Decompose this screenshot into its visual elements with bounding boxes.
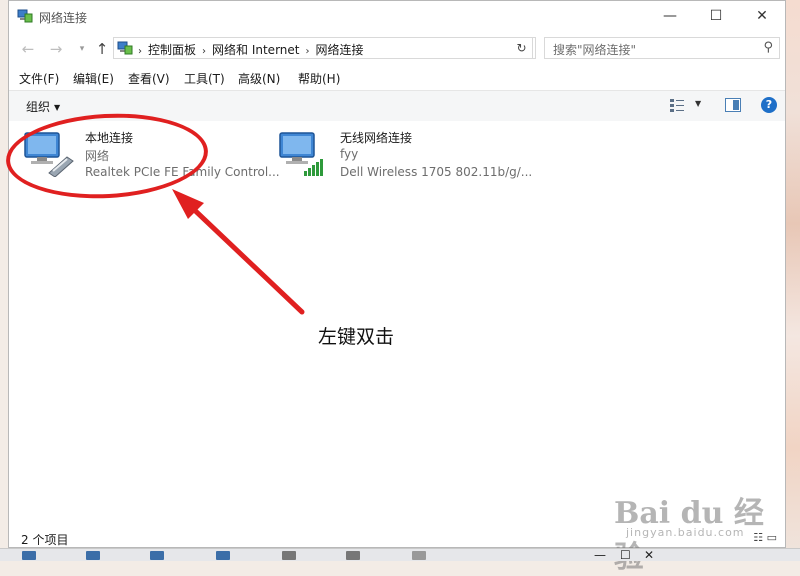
- view-options-chevron-icon[interactable]: ▼: [695, 99, 701, 108]
- address-bar[interactable]: ›控制面板›网络和 Internet›网络连接 ⌄: [113, 37, 536, 59]
- forward-button[interactable]: →: [45, 38, 67, 60]
- wireless-adapter-icon: [279, 132, 323, 176]
- taskbar-app-icon[interactable]: [22, 551, 36, 560]
- breadcrumb-network-internet[interactable]: 网络和 Internet: [212, 41, 299, 58]
- baidu-jingyan-watermark: Bai du 经验 jingyan.baidu.com: [612, 488, 782, 575]
- organize-label: 组织: [26, 100, 51, 114]
- taskbar-app-icon[interactable]: [346, 551, 360, 560]
- breadcrumb-separator-icon[interactable]: ›: [305, 46, 309, 57]
- taskbar-app-icon[interactable]: [412, 551, 426, 560]
- taskbar-maximize-icon[interactable]: ☐: [620, 549, 631, 561]
- minimize-button[interactable]: —: [647, 1, 693, 33]
- annotation-text: 左键双击: [318, 326, 395, 348]
- taskbar-app-icon[interactable]: [282, 551, 296, 560]
- search-icon[interactable]: ⚲: [763, 40, 773, 55]
- organize-button[interactable]: 组织 ▼: [26, 98, 60, 115]
- taskbar-app-icon[interactable]: [86, 551, 100, 560]
- breadcrumb: › 控制面板 › 网络和 Internet › 网络连接: [136, 41, 368, 58]
- close-button[interactable]: ✕: [739, 1, 785, 33]
- taskbar-app-icon[interactable]: [150, 551, 164, 560]
- breadcrumb-separator-icon[interactable]: ›: [202, 46, 206, 57]
- item-count: 2 个项目: [21, 533, 69, 547]
- refresh-button[interactable]: ↻: [511, 37, 533, 59]
- breadcrumb-network-connections[interactable]: 网络连接: [315, 41, 363, 58]
- search-placeholder: 搜索"网络连接": [553, 43, 637, 57]
- menu-view[interactable]: 查看(V): [128, 70, 170, 87]
- connection-status: fyy: [340, 147, 359, 161]
- connection-wireless[interactable]: 无线网络连接 fyy Dell Wireless 1705 802.11b/g/…: [278, 129, 538, 185]
- window-title: 网络连接: [39, 11, 88, 25]
- menu-tools[interactable]: 工具(T): [184, 70, 225, 87]
- preview-pane-icon[interactable]: [725, 98, 741, 112]
- network-connections-icon: [17, 9, 33, 23]
- watermark-sub: jingyan.baidu.com: [626, 526, 745, 539]
- taskbar-app-icon[interactable]: [216, 551, 230, 560]
- navigation-bar: ← → ▾ ↑ ›控制面板›网络和 Internet›网络连接 ⌄ ↻ 搜索"网…: [9, 34, 785, 64]
- title-bar: 网络连接 — ☐ ✕: [9, 1, 785, 33]
- search-input[interactable]: 搜索"网络连接" ⚲: [544, 37, 780, 59]
- breadcrumb-separator-icon[interactable]: ›: [138, 46, 142, 57]
- connection-name: 无线网络连接: [340, 131, 413, 145]
- explorer-window: 网络连接 — ☐ ✕ ← → ▾ ↑ › 控制面板 › 网络和 Internet › 网络…: [8, 0, 786, 548]
- menu-file[interactable]: 文件(F): [19, 70, 59, 87]
- control-panel-icon: [117, 41, 133, 55]
- taskbar: — ☐ ✕: [0, 548, 800, 561]
- connection-device: Dell Wireless 1705 802.11b/g/...: [340, 165, 533, 179]
- taskbar-close-icon[interactable]: ✕: [644, 549, 654, 561]
- back-button[interactable]: ←: [17, 38, 39, 60]
- taskbar-minimize-icon[interactable]: —: [594, 549, 606, 561]
- recent-locations-button[interactable]: ▾: [71, 38, 93, 60]
- change-view-icon[interactable]: [669, 97, 685, 113]
- menu-advanced[interactable]: 高级(N): [238, 70, 280, 87]
- up-button[interactable]: ↑: [91, 38, 113, 60]
- help-icon[interactable]: ?: [761, 97, 777, 113]
- menu-bar: 文件(F) 编辑(E) 查看(V) 工具(T) 高级(N) 帮助(H): [9, 67, 785, 89]
- breadcrumb-control-panel[interactable]: 控制面板: [148, 41, 196, 58]
- menu-edit[interactable]: 编辑(E): [73, 70, 114, 87]
- menu-help[interactable]: 帮助(H): [298, 70, 340, 87]
- maximize-button[interactable]: ☐: [693, 1, 739, 33]
- chevron-down-icon: ▼: [54, 103, 61, 112]
